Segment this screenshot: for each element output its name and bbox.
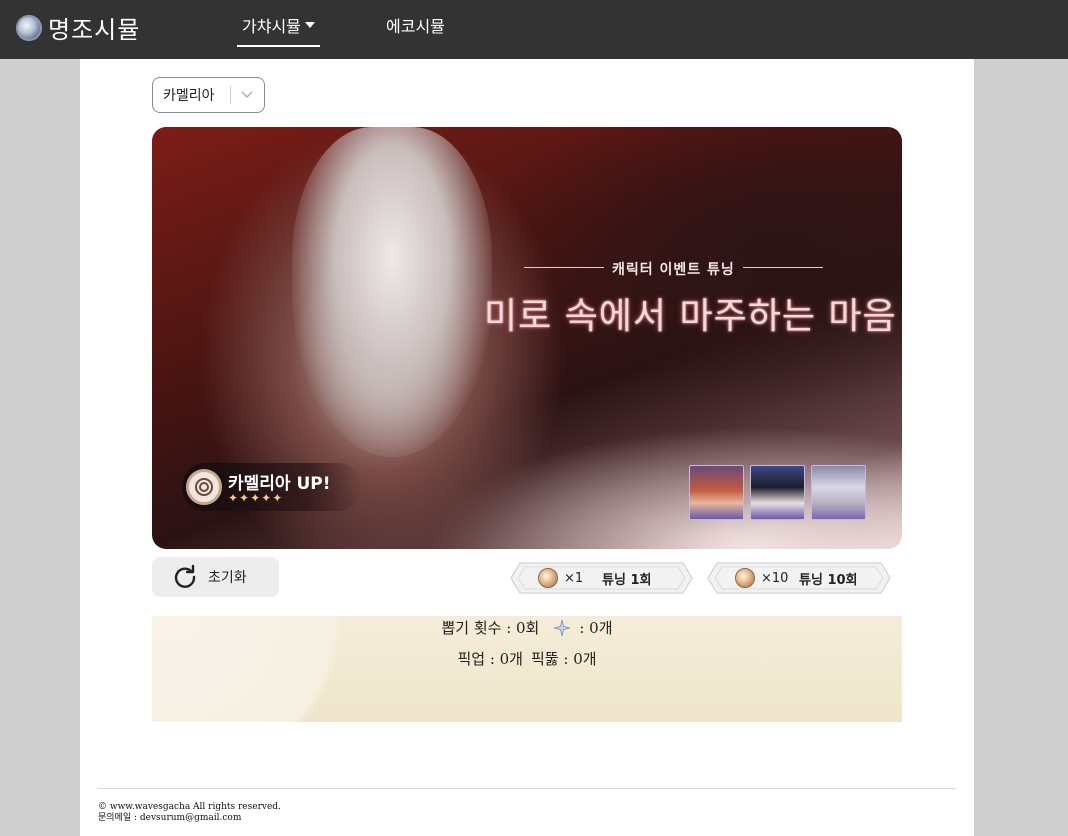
banner-select[interactable]: 카멜리아: [152, 77, 265, 113]
results-panel: 뽑기 횟수 : 0회 : 0개 픽업 : 0개 픽뚫 : 0개: [152, 616, 902, 722]
rate-up-badge: 카멜리아 UP! ✦✦✦✦✦: [182, 463, 362, 511]
footer-copyright: © www.wavesgacha All rights reserved.: [98, 802, 281, 812]
portrait-3: [811, 465, 866, 520]
reset-button[interactable]: 초기화: [152, 557, 279, 597]
footer-divider: [98, 788, 956, 789]
nav-echo-label: 에코시뮬: [386, 17, 445, 36]
five-star-count: : 0개: [579, 619, 613, 637]
nav-gacha-sim[interactable]: 가챠시뮬: [237, 13, 320, 47]
stats-row-pickup: 픽업 : 0개 픽뚫 : 0개: [152, 648, 902, 669]
featured-portraits: [689, 465, 866, 520]
footer-contact: 문의메일 : devsurum@gmail.com: [98, 813, 242, 823]
rate-up-stars: ✦✦✦✦✦: [228, 491, 284, 505]
top-navigation-bar: 명조시뮬 가챠시뮬 에코시뮬: [0, 0, 1068, 59]
portrait-1: [689, 465, 744, 520]
nav-echo-sim[interactable]: 에코시뮬: [386, 13, 445, 37]
nav-gacha-label: 가챠시뮬: [242, 17, 301, 36]
pickup-count: 픽업 : 0개: [457, 650, 523, 668]
five-star-sparkle-icon: [554, 619, 571, 636]
pull-1-multiplier: ×1: [564, 570, 584, 586]
brand-logo-icon: [16, 14, 42, 41]
banner-character-art: [292, 127, 492, 457]
portrait-2: [750, 465, 805, 520]
main-content: 카멜리아 캐릭터 이벤트 튜닝 미로 속에서 마주하는 마음 카멜리아 UP! …: [80, 59, 974, 836]
banner-select-value: 카멜리아: [163, 88, 215, 104]
pull-count: 뽑기 횟수 : 0회: [441, 619, 540, 637]
banner-title: 미로 속에서 마주하는 마음: [484, 296, 897, 337]
spiral-icon: [186, 469, 222, 505]
pull-10-multiplier: ×10: [761, 570, 789, 586]
brand[interactable]: 명조시뮬: [16, 10, 140, 45]
tide-coin-icon: [735, 568, 755, 588]
pull-1-label: 튜닝 1회: [602, 572, 652, 588]
refresh-icon: [174, 564, 196, 588]
tide-coin-icon: [538, 568, 558, 588]
banner-subtitle: 캐릭터 이벤트 튜닝: [524, 259, 823, 279]
pull-1-button[interactable]: ×1 튜닝 1회: [510, 562, 693, 594]
pickup-break-count: 픽뚫 : 0개: [531, 650, 597, 668]
banner-image: 캐릭터 이벤트 튜닝 미로 속에서 마주하는 마음 카멜리아 UP! ✦✦✦✦✦: [152, 127, 902, 549]
pull-10-label: 튜닝 10회: [799, 572, 858, 588]
chevron-down-icon[interactable]: [231, 91, 264, 99]
footer: © www.wavesgacha All rights reserved. 문의…: [98, 802, 281, 824]
reset-label: 초기화: [208, 570, 247, 586]
caret-down-icon: [304, 22, 315, 28]
stats-row-counts: 뽑기 횟수 : 0회 : 0개: [152, 617, 902, 638]
pull-10-button[interactable]: ×10 튜닝 10회: [707, 562, 891, 594]
brand-name: 명조시뮬: [48, 16, 141, 44]
